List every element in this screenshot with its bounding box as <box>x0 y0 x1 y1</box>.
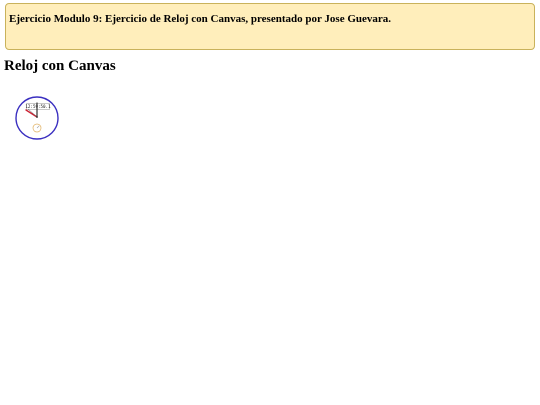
clock-svg: 12:59:50.1 <box>15 96 59 140</box>
banner-text: Ejercicio Modulo 9: Ejercicio de Reloj c… <box>9 13 392 25</box>
analog-clock-canvas: 12:59:50.1 <box>14 95 60 141</box>
exercise-banner: Ejercicio Modulo 9: Ejercicio de Reloj c… <box>5 3 535 50</box>
page-title: Reloj con Canvas <box>4 58 116 74</box>
digital-time: 12:59:50.1 <box>25 104 51 109</box>
